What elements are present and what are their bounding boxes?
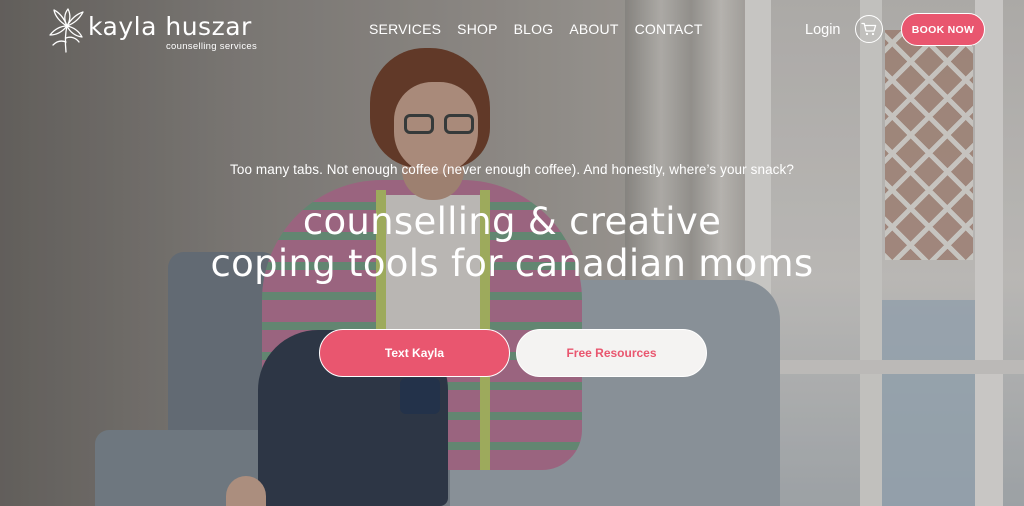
nav-item-services[interactable]: SERVICES bbox=[369, 21, 441, 37]
brand-subtitle: counselling services bbox=[166, 41, 258, 52]
lily-flower-icon bbox=[49, 8, 84, 53]
shopping-cart-icon bbox=[861, 22, 877, 36]
site-logo[interactable]: kayla huszar counselling services bbox=[46, 8, 266, 54]
hero-headline-line-2: coping tools for canadian moms bbox=[210, 242, 814, 285]
hero-headline: counselling & creative coping tools for … bbox=[0, 201, 1024, 285]
brand-name: kayla huszar bbox=[88, 12, 252, 41]
hero-tagline: Too many tabs. Not enough coffee (never … bbox=[229, 162, 794, 177]
main-nav: SERVICES SHOP BLOG ABOUT CONTACT bbox=[369, 21, 703, 37]
nav-item-about[interactable]: ABOUT bbox=[569, 21, 618, 37]
text-kayla-button[interactable]: Text Kayla bbox=[319, 329, 510, 377]
site-header: kayla huszar counselling services SERVIC… bbox=[0, 0, 1024, 62]
cart-button[interactable] bbox=[855, 15, 883, 43]
hero-headline-line-1: counselling & creative bbox=[302, 200, 722, 243]
nav-item-shop[interactable]: SHOP bbox=[457, 21, 497, 37]
login-link[interactable]: Login bbox=[805, 22, 840, 38]
nav-item-blog[interactable]: BLOG bbox=[514, 21, 554, 37]
nav-item-contact[interactable]: CONTACT bbox=[635, 21, 703, 37]
free-resources-button[interactable]: Free Resources bbox=[516, 329, 707, 377]
book-now-button[interactable]: BOOK NOW bbox=[901, 13, 985, 46]
